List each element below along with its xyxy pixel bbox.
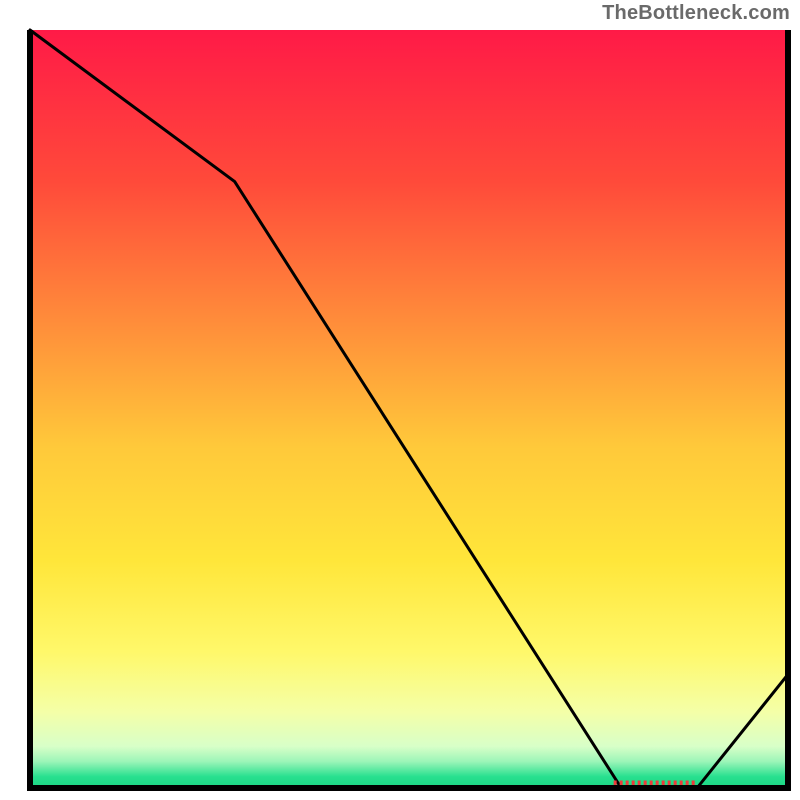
bottleneck-chart: [0, 0, 800, 800]
chart-background: [30, 30, 788, 788]
